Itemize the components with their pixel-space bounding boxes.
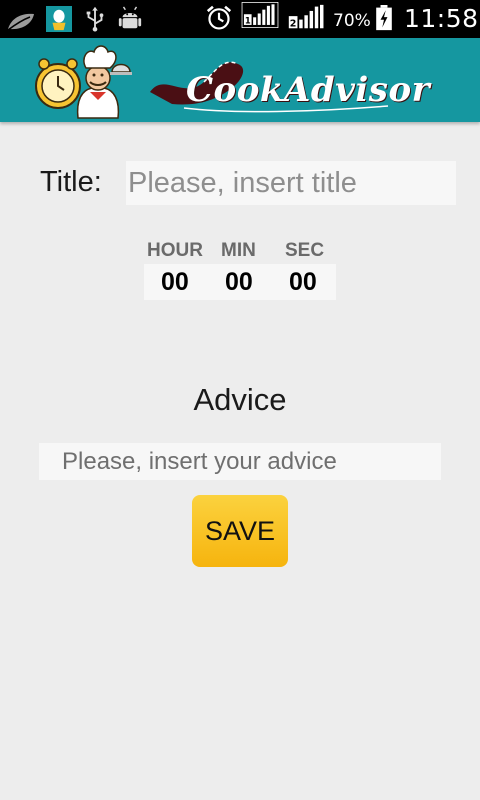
second-value[interactable]: 00 (289, 268, 317, 297)
signal-sim2-icon: 2 (288, 4, 324, 30)
sim1-label: 1 (245, 15, 251, 25)
leaf-icon (7, 13, 34, 31)
battery-percent: 70% (333, 11, 371, 31)
android-debug-icon (118, 6, 142, 29)
egg-timer-app-icon (46, 6, 72, 32)
app-title: CookAdvisor (186, 70, 431, 110)
hour-value[interactable]: 00 (161, 268, 189, 297)
second-label: SEC (285, 240, 325, 261)
usb-icon (86, 6, 104, 32)
title-label: Title: (40, 166, 102, 198)
sim2-label: 2 (290, 19, 297, 30)
chef-logo-icon (35, 45, 132, 119)
minute-value[interactable]: 00 (225, 268, 253, 297)
save-button[interactable]: SAVE (192, 495, 288, 567)
title-input[interactable] (126, 161, 456, 205)
battery-charging-icon (376, 5, 392, 31)
advice-input[interactable] (39, 443, 441, 480)
advice-heading: Advice (193, 382, 287, 417)
alarm-clock-icon (206, 5, 232, 30)
timer-headers: HOUR MIN SEC (144, 240, 336, 262)
app-header: CookAdvisor (0, 38, 480, 122)
signal-sim1-icon: 1 (241, 2, 279, 28)
hour-label: HOUR (147, 240, 203, 261)
timer-picker[interactable]: 00 00 00 (144, 264, 336, 300)
status-bar: 1 2 70% 11:58 (0, 0, 480, 38)
minute-label: MIN (221, 240, 256, 261)
status-time: 11:58 (404, 4, 479, 33)
